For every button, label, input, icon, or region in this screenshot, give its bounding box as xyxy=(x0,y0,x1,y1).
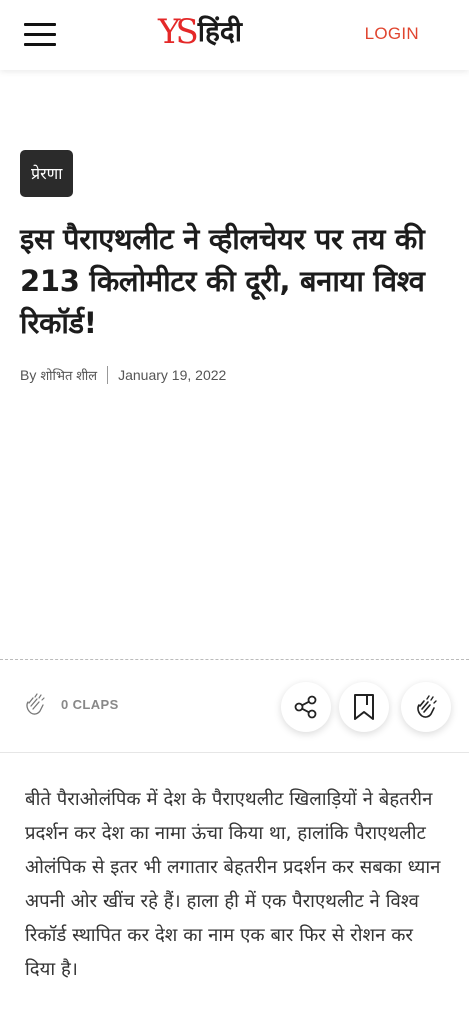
bookmark-button[interactable] xyxy=(339,682,389,732)
category-tag[interactable]: प्रेरणा xyxy=(20,150,74,197)
logo-language: हिंदी xyxy=(197,15,242,48)
logo-brand: YS xyxy=(158,12,199,52)
clap-icon xyxy=(26,693,45,715)
hamburger-menu-icon[interactable] xyxy=(24,21,57,47)
article-body-paragraph: बीते पैराओलंपिक में देश के पैराएथलीट खिल… xyxy=(25,789,441,980)
byline-prefix: By xyxy=(20,367,37,383)
menu-bar xyxy=(24,23,56,26)
article-title: इस पैराएथलीट ने व्हीलचेयर पर तय की 213 क… xyxy=(20,222,425,340)
site-header: YS हिंदी LOGIN xyxy=(0,0,469,70)
clap-button[interactable] xyxy=(401,682,451,732)
clap-icon xyxy=(417,695,437,718)
claps-count: 0 CLAPS xyxy=(61,696,119,712)
byline-divider xyxy=(107,366,109,384)
menu-bar xyxy=(24,43,56,46)
login-button[interactable]: LOGIN xyxy=(365,24,419,44)
site-logo[interactable]: YS हिंदी xyxy=(158,10,242,50)
claps-counter: 0 CLAPS xyxy=(22,691,119,717)
byline: By शोभित शील January 19, 2022 xyxy=(20,366,226,384)
share-button[interactable] xyxy=(281,682,331,732)
publish-date: January 19, 2022 xyxy=(118,367,227,383)
menu-bar xyxy=(24,33,56,36)
author-name[interactable]: शोभित शील xyxy=(40,366,97,384)
share-icon xyxy=(294,695,317,719)
article-actions-bar: 0 CLAPS xyxy=(0,659,469,753)
bookmark-icon xyxy=(354,694,374,720)
